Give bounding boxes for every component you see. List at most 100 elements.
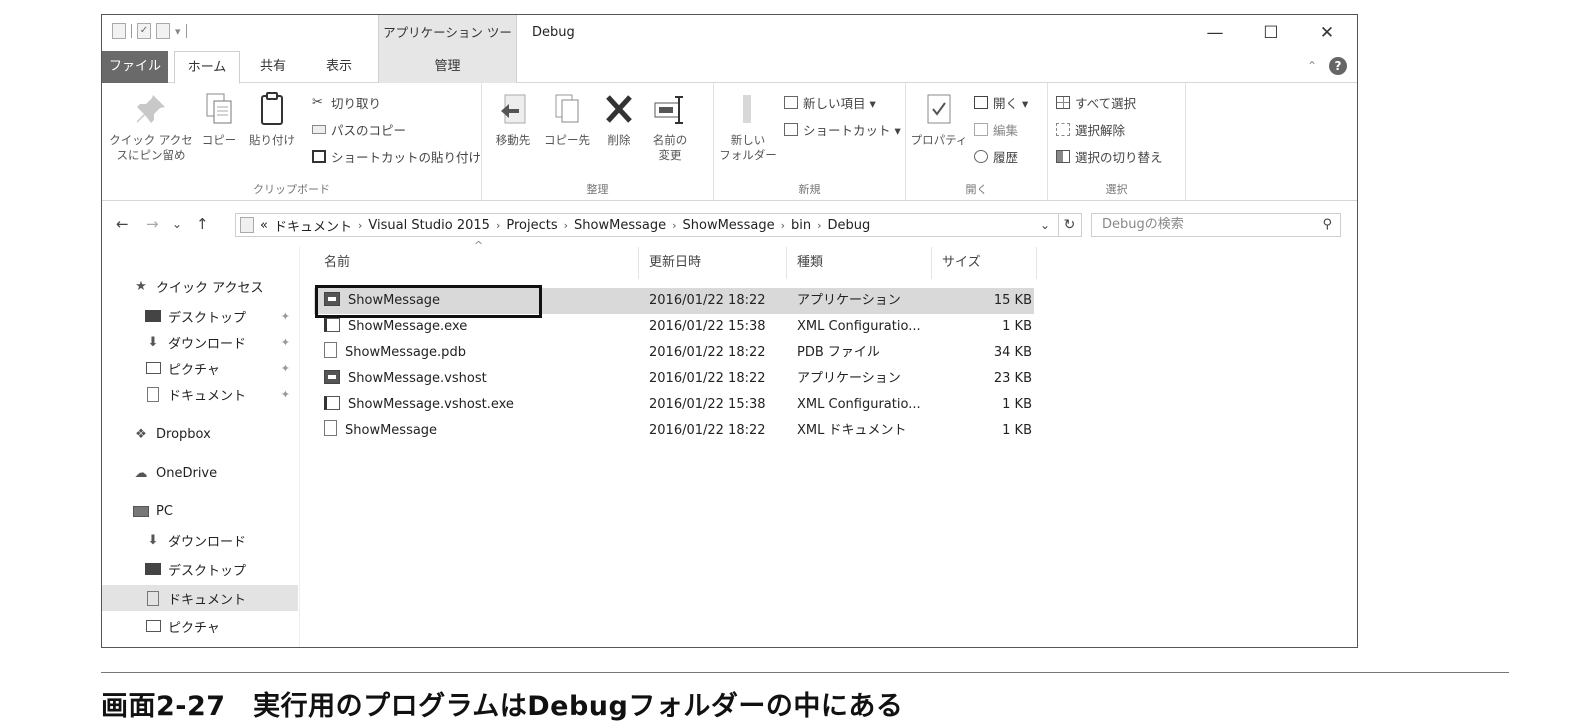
breadcrumb-separator[interactable]: › [496,219,500,232]
column-header-modified[interactable]: 更新日時 [639,247,787,279]
breadcrumb-separator[interactable]: › [358,219,362,232]
column-header-name[interactable]: 名前 [314,247,639,279]
breadcrumb-separator[interactable]: › [672,219,676,232]
breadcrumb[interactable]: « ドキュメント › Visual Studio 2015 › Projects… [235,213,1059,237]
breadcrumb-separator[interactable]: › [564,219,568,232]
easy-access-label: ショートカット ▾ [803,123,901,138]
column-header-type[interactable]: 種類 [787,247,932,279]
breadcrumb-separator[interactable]: › [781,219,785,232]
edit-icon [974,123,988,136]
new-item-button[interactable]: 新しい項目 ▾ [784,93,876,112]
recent-locations-button[interactable]: ⌄ [172,217,182,231]
invert-selection-button[interactable]: 選択の切り替え [1056,147,1163,166]
nav-item-downloads[interactable]: ⬇ ダウンロード ✦ [102,329,298,355]
open-button[interactable]: 開く ▾ [974,93,1028,112]
rename-button[interactable]: 名前の 変更 [642,91,698,163]
cut-button[interactable]: ✂ 切り取り [312,93,381,112]
file-row[interactable]: ShowMessage.exe 2016/01/22 15:38 XML Con… [314,314,1034,340]
pictures-icon [144,360,162,376]
breadcrumb-overflow[interactable]: « [260,218,268,233]
breadcrumb-item[interactable]: Visual Studio 2015 [368,218,490,233]
nav-item-pc[interactable]: PC [102,498,298,524]
edit-button[interactable]: 編集 [974,120,1018,139]
nav-item-pictures[interactable]: ピクチャ ✦ [102,355,298,381]
ribbon: クイック アクセ スにピン留め コピー 貼り付け ✂ 切り取り パスのコピー シ… [102,83,1357,201]
minimize-button[interactable]: — [1192,15,1238,51]
select-none-icon [1056,123,1070,136]
paste-shortcut-button[interactable]: ショートカットの貼り付け [312,147,481,166]
tab-view[interactable]: 表示 [310,51,368,83]
column-header-size[interactable]: サイズ [932,247,1037,279]
new-folder-qat-icon[interactable] [156,23,170,39]
nav-item-pc-pictures[interactable]: ピクチャ [102,613,298,639]
forward-button[interactable]: → [146,215,159,233]
nav-item-pc-desktop[interactable]: デスクトップ [102,556,298,582]
pictures-icon [144,618,162,634]
history-icon [974,150,988,163]
search-icon[interactable]: ⚲ [1322,214,1332,236]
nav-item-desktop[interactable]: デスクトップ ✦ [102,303,298,329]
tab-share[interactable]: 共有 [246,51,300,83]
file-row[interactable]: ShowMessage.pdb 2016/01/22 18:22 PDB ファイ… [314,340,1034,366]
address-dropdown-icon[interactable]: ⌄ [1040,218,1050,232]
copy-path-button[interactable]: パスのコピー [312,120,406,139]
breadcrumb-item[interactable]: ShowMessage [574,218,666,233]
tab-file[interactable]: ファイル [102,51,168,83]
paste-button[interactable]: 貼り付け [242,91,302,148]
tab-manage[interactable]: 管理 [378,51,517,83]
file-type: アプリケーション [797,371,901,386]
breadcrumb-item[interactable]: bin [791,218,811,233]
search-input[interactable]: Debugの検索 ⚲ [1091,213,1341,237]
copy-to-button[interactable]: コピー先 [542,91,592,148]
delete-button[interactable]: 削除 [600,91,638,148]
history-button[interactable]: 履歴 [974,147,1018,166]
tab-home[interactable]: ホーム [174,51,240,84]
refresh-button[interactable]: ↻ [1058,213,1082,237]
pin-icon[interactable]: ✦ [281,310,290,323]
delete-label: 削除 [607,133,631,147]
pin-icon[interactable]: ✦ [281,336,290,349]
nav-quick-access[interactable]: ★ クイック アクセス [102,273,298,299]
breadcrumb-item[interactable]: ドキュメント [274,216,352,235]
download-icon: ⬇ [147,532,159,548]
pin-icon[interactable]: ✦ [281,388,290,401]
properties-label: プロパティ [910,133,968,147]
help-icon[interactable]: ? [1329,57,1347,75]
ribbon-right-controls: ⌃ ? [1307,57,1347,75]
breadcrumb-item[interactable]: Debug [828,218,871,233]
file-row[interactable]: ShowMessage.vshost 2016/01/22 18:22 アプリケ… [314,366,1034,392]
new-folder-button[interactable]: 新しい フォルダー [718,91,778,163]
select-none-button[interactable]: 選択解除 [1056,120,1125,139]
download-icon: ⬇ [147,334,159,350]
breadcrumb-item[interactable]: Projects [506,218,557,233]
up-button[interactable]: ↑ [196,215,209,233]
new-folder-label-line2: フォルダー [719,148,777,162]
pin-quick-access-button[interactable]: クイック アクセ スにピン留め [106,91,196,163]
nav-item-pc-downloads[interactable]: ⬇ ダウンロード [102,527,298,553]
nav-item-documents[interactable]: ドキュメント ✦ [102,381,298,407]
file-row[interactable]: ShowMessage.vshost.exe 2016/01/22 15:38 … [314,392,1034,418]
easy-access-button[interactable]: ショートカット ▾ [784,120,901,139]
nav-item-dropbox[interactable]: ❖ Dropbox [102,421,298,447]
properties-button[interactable]: プロパティ [908,91,970,148]
copy-button[interactable]: コピー [198,91,240,148]
qat-separator [131,24,132,38]
nav-item-pc-documents[interactable]: ドキュメント [102,585,298,611]
back-button[interactable]: ← [116,215,129,233]
address-row: ← → ⌄ ↑ « ドキュメント › Visual Studio 2015 › … [102,211,1357,239]
nav-item-onedrive[interactable]: ☁ OneDrive [102,460,298,486]
move-to-button[interactable]: 移動先 [488,91,538,148]
file-modified: 2016/01/22 18:22 [649,423,766,438]
breadcrumb-item[interactable]: ShowMessage [683,218,775,233]
file-row-selected[interactable]: ShowMessage 2016/01/22 18:22 アプリケーション 15… [314,288,1034,314]
breadcrumb-separator[interactable]: › [817,219,821,232]
nav-label: PC [156,503,173,519]
file-row[interactable]: ShowMessage 2016/01/22 18:22 XML ドキュメント … [314,418,1034,444]
maximize-button[interactable]: ☐ [1248,15,1294,51]
close-button[interactable]: ✕ [1304,15,1350,51]
select-all-button[interactable]: すべて選択 [1056,93,1136,112]
customize-qat-icon[interactable]: ▾ [175,25,181,38]
collapse-ribbon-icon[interactable]: ⌃ [1307,59,1317,73]
properties-qat-icon[interactable]: ✓ [137,23,151,39]
pin-icon[interactable]: ✦ [281,362,290,375]
